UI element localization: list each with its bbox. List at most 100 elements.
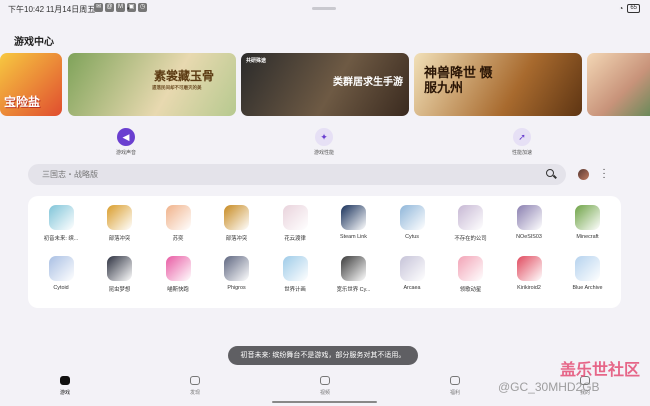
app-label: 部落冲突 — [108, 236, 131, 242]
app-label: 喵斯快跑 — [167, 287, 189, 293]
app-icon — [575, 256, 600, 281]
app-icon — [165, 205, 191, 230]
app-item[interactable]: 部落冲突 — [208, 205, 266, 242]
nav-discover[interactable]: 发现 — [165, 376, 225, 396]
app-label: Cytus — [405, 234, 419, 240]
banner-2-subtitle: 遗落民间却不可磨灭的美 — [152, 85, 202, 90]
app-icon — [107, 205, 132, 230]
toast-message: 初音未来: 缤纷舞台不是游戏，部分服务对其不适用。 — [228, 346, 418, 365]
chat-icon: ✉ — [94, 3, 103, 12]
banner-3-tag: 共研殊途 — [246, 58, 267, 64]
app-icon — [575, 205, 600, 230]
app-item[interactable]: 部落冲突 — [91, 205, 149, 242]
app-label: Cytoid — [53, 285, 69, 291]
watermark-user: @GC_30MHD2GB — [498, 380, 600, 394]
app-item[interactable]: Kirikiroid2 — [500, 256, 558, 291]
search-input[interactable] — [42, 168, 522, 181]
app-icon — [282, 205, 308, 230]
banner-3[interactable]: 共研殊途 类群居求生手游 — [241, 53, 409, 116]
clock-icon: ◷ — [138, 3, 147, 12]
app-item[interactable]: 不存在的公司 — [442, 205, 500, 242]
app-label: 初音未来: 缤... — [43, 236, 79, 242]
nav-video[interactable]: 视频 — [295, 376, 355, 396]
app-icon — [224, 256, 249, 281]
search-bar[interactable] — [28, 164, 566, 185]
app-item[interactable]: Blue Archive — [559, 256, 617, 291]
app-label: 部落冲突 — [225, 236, 248, 242]
pull-handle[interactable] — [312, 7, 336, 10]
nav-label: 发现 — [189, 390, 200, 396]
app-item[interactable]: Steam Link — [325, 205, 383, 240]
quick-performance-boost[interactable]: ➚ 性能加速 — [482, 128, 562, 156]
quick-game-performance[interactable]: ✦ 游戏性能 — [284, 128, 364, 156]
nav-label: 视频 — [319, 390, 330, 396]
page-title: 游戏中心 — [14, 37, 54, 48]
rocket-icon: ➚ — [513, 128, 531, 146]
more-options-icon[interactable]: · · · — [602, 165, 606, 183]
search-icon[interactable] — [546, 169, 554, 177]
nav-discover-icon — [190, 376, 200, 385]
banner-1[interactable]: 宝险盐 — [0, 53, 62, 116]
banner-1-title: 宝险盐 — [4, 95, 41, 109]
nav-games[interactable]: 游戏 — [35, 376, 95, 396]
app-item[interactable]: 初音未来: 缤... — [32, 205, 90, 242]
app-item[interactable]: 领歌动星 — [442, 256, 500, 293]
mail-icon: @ — [105, 3, 114, 12]
banner-2[interactable]: 素裳藏玉骨 遗落民间却不可磨灭的美 — [68, 53, 236, 116]
app-icon — [282, 256, 308, 281]
app-label: NOeSIS03 — [516, 234, 542, 240]
app-icon — [48, 256, 74, 281]
app-grid: 初音未来: 缤... 部落冲突 苏奕 部落冲突 花云渡律 Steam Link Cytus 不… — [28, 196, 621, 308]
home-indicator[interactable] — [272, 401, 377, 403]
battery-icon: 65 — [627, 4, 640, 13]
app-icon — [224, 205, 249, 230]
avatar[interactable] — [578, 169, 589, 180]
app-item[interactable]: Cytus — [383, 205, 441, 240]
app-item[interactable]: 喵斯快跑 — [149, 256, 207, 293]
more-notifications-icon: • — [127, 4, 130, 13]
quick-game-sound-label: 游戏声音 — [115, 150, 136, 156]
status-time: 下午10:42 — [8, 5, 45, 14]
status-date: 11月14日周五 — [46, 5, 96, 14]
app-item[interactable]: NOeSIS03 — [500, 205, 558, 240]
app-item[interactable]: Arcaea — [383, 256, 441, 291]
app-icon — [516, 256, 542, 281]
nav-games-icon — [60, 376, 70, 385]
app-icon — [341, 205, 366, 230]
app-item[interactable]: Phigros — [208, 256, 266, 291]
quick-game-performance-label: 游戏性能 — [313, 150, 334, 156]
notification-icons: ✉ @ M ▣ ◷ — [94, 3, 147, 12]
banner-5[interactable] — [587, 53, 650, 116]
speaker-icon: ◀ — [117, 128, 135, 146]
app-label: Arcaea — [403, 285, 421, 291]
nav-label: 游戏 — [59, 390, 70, 396]
app-item[interactable]: 宽乐世界 Cy... — [325, 256, 383, 293]
app-item[interactable]: Cytoid — [32, 256, 90, 291]
wifi-icon: ◔ — [618, 4, 624, 13]
watermark-site: 盖乐世社区 — [560, 362, 641, 379]
nav-benefits[interactable]: 福利 — [425, 376, 485, 396]
app-icon — [399, 205, 425, 230]
app-icon — [107, 256, 132, 281]
app-icon — [341, 256, 366, 281]
app-label: Kirikiroid2 — [517, 285, 541, 291]
app-label: 不存在的公司 — [454, 236, 487, 242]
app-icon — [165, 256, 191, 281]
banner-4[interactable]: 神兽降世 慑服九州 — [414, 53, 582, 116]
app-label: Steam Link — [340, 234, 367, 240]
app-icon — [458, 256, 483, 281]
app-item[interactable]: 昆虫梦想 — [91, 256, 149, 293]
app-label: 花云渡律 — [284, 236, 306, 242]
app-item[interactable]: 花云渡律 — [266, 205, 324, 242]
quick-game-sound[interactable]: ◀ 游戏声音 — [86, 128, 166, 156]
app-icon — [516, 205, 542, 230]
nav-label: 福利 — [449, 390, 460, 396]
app-item[interactable]: Minecraft — [559, 205, 617, 240]
app-item[interactable]: 苏奕 — [149, 205, 207, 242]
banner-4-title: 神兽降世 慑服九州 — [424, 65, 493, 95]
app-label: 世界计画 — [284, 287, 306, 293]
app-label: Blue Archive — [572, 285, 603, 291]
app-label: 昆虫梦想 — [108, 287, 131, 293]
app-icon — [458, 205, 483, 230]
app-item[interactable]: 世界计画 — [266, 256, 324, 293]
